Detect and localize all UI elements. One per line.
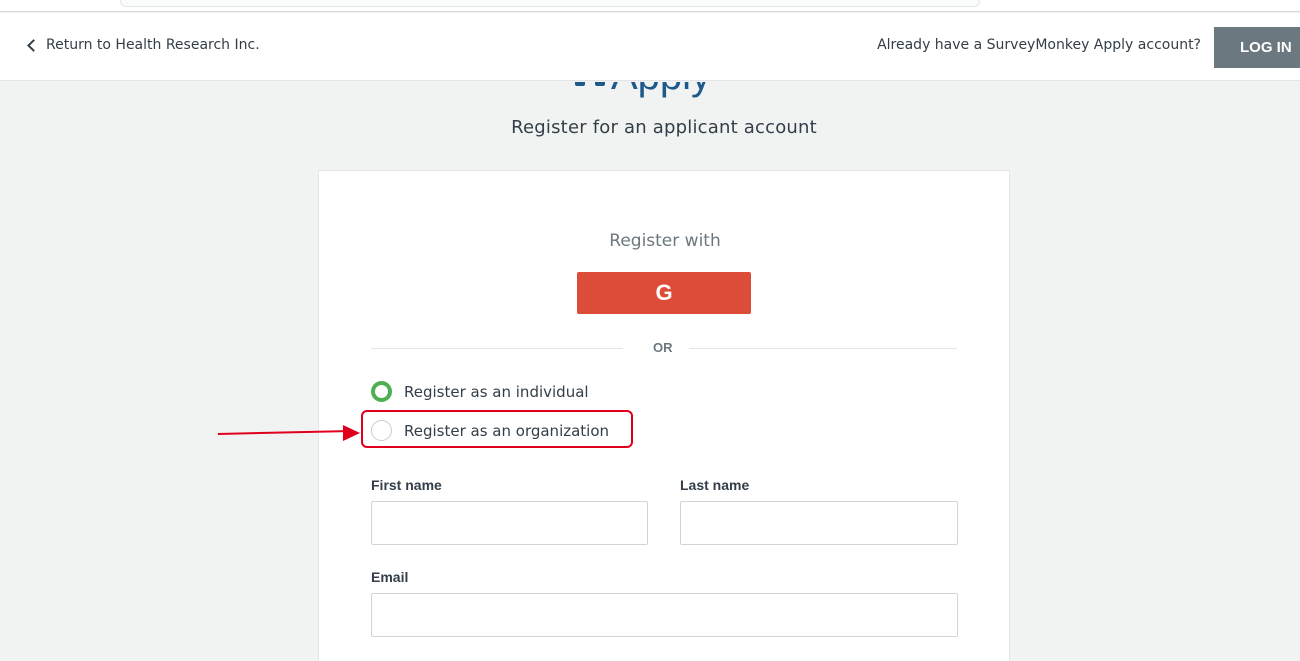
- browser-strip: [0, 0, 1300, 12]
- logo-inner: Apply: [575, 82, 711, 96]
- google-icon: G: [655, 280, 673, 305]
- email-input[interactable]: [371, 593, 958, 637]
- or-divider-line-right: [689, 348, 957, 349]
- radio-register-individual[interactable]: Register as an individual: [371, 381, 589, 402]
- or-divider: OR: [371, 339, 957, 359]
- logo-mark-right: [595, 82, 605, 86]
- or-divider-text: OR: [653, 340, 673, 355]
- login-button[interactable]: LOG IN: [1214, 27, 1300, 68]
- browser-tab-edge: [120, 0, 980, 7]
- logo-mark-icon: [575, 82, 605, 86]
- logo-text: Apply: [611, 82, 711, 96]
- or-divider-line-left: [371, 348, 623, 349]
- already-have-account-text: Already have a SurveyMonkey Apply accoun…: [877, 37, 1201, 53]
- chevron-left-icon: [27, 38, 40, 52]
- login-button-label: LOG IN: [1240, 39, 1292, 56]
- return-link-label: Return to Health Research Inc.: [46, 37, 260, 53]
- radio-individual-label: Register as an individual: [404, 382, 589, 401]
- logo-mark-left: [575, 82, 585, 86]
- first-name-label: First name: [371, 477, 442, 493]
- logo-clip: Apply: [575, 82, 755, 100]
- apply-logo: Apply: [575, 58, 755, 100]
- email-label: Email: [371, 569, 409, 585]
- last-name-label: Last name: [680, 477, 750, 493]
- google-register-button[interactable]: G: [577, 272, 751, 314]
- first-name-input[interactable]: [371, 501, 648, 545]
- radio-selected-icon[interactable]: [371, 381, 392, 402]
- annotation-arrow-head: [343, 425, 360, 441]
- annotation-highlight-box: [361, 410, 633, 448]
- page-subtitle: Register for an applicant account: [511, 117, 817, 138]
- register-with-heading: Register with: [609, 231, 721, 251]
- return-link[interactable]: Return to Health Research Inc.: [26, 37, 260, 53]
- last-name-input[interactable]: [680, 501, 958, 545]
